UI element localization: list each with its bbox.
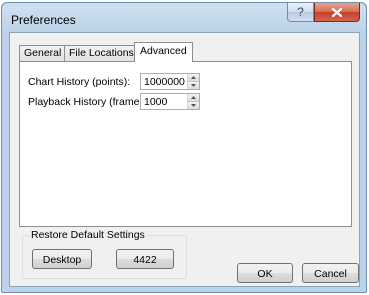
chart-history-input[interactable]: 1000000 xyxy=(144,76,185,88)
restore-defaults-label: Restore Default Settings xyxy=(29,229,147,241)
title-bar[interactable]: Preferences ? xyxy=(2,3,366,33)
playback-history-row: Playback History (frames): 1000 xyxy=(20,93,351,111)
playback-history-increment[interactable] xyxy=(188,94,199,102)
tab-file-locations[interactable]: File Locations xyxy=(64,45,139,61)
restore-4422-button[interactable]: 4422 xyxy=(116,249,174,269)
advanced-panel: Chart History (points): 1000000 Playback… xyxy=(19,61,352,227)
chart-history-decrement[interactable] xyxy=(188,82,199,89)
close-button[interactable] xyxy=(314,3,360,22)
restore-desktop-button[interactable]: Desktop xyxy=(32,249,92,269)
playback-history-spin-buttons xyxy=(187,94,199,109)
ok-button[interactable]: OK xyxy=(237,263,293,283)
close-icon xyxy=(331,7,343,17)
chart-history-label: Chart History (points): xyxy=(28,76,131,88)
dialog-body: General File Locations Advanced Chart Hi… xyxy=(9,32,360,287)
playback-history-input[interactable]: 1000 xyxy=(144,96,167,108)
chart-history-increment[interactable] xyxy=(188,74,199,82)
chart-history-spinner[interactable]: 1000000 xyxy=(140,73,200,90)
cancel-button[interactable]: Cancel xyxy=(302,263,359,283)
playback-history-decrement[interactable] xyxy=(188,102,199,109)
chart-history-row: Chart History (points): 1000000 xyxy=(20,73,351,91)
window-title: Preferences xyxy=(11,13,76,27)
help-button[interactable]: ? xyxy=(287,3,314,22)
tab-advanced[interactable]: Advanced xyxy=(134,42,193,62)
chevron-down-icon xyxy=(191,84,196,87)
chevron-up-icon xyxy=(191,96,196,99)
chart-history-spin-buttons xyxy=(187,74,199,89)
playback-history-spinner[interactable]: 1000 xyxy=(140,93,200,110)
chevron-up-icon xyxy=(191,76,196,79)
preferences-window: Preferences ? General File Locations Adv… xyxy=(1,2,367,293)
restore-defaults-group: Restore Default Settings Desktop 4422 xyxy=(22,229,187,279)
playback-history-label: Playback History (frames): xyxy=(28,96,152,108)
help-icon: ? xyxy=(297,5,304,19)
tab-general[interactable]: General xyxy=(19,45,67,61)
chevron-down-icon xyxy=(191,104,196,107)
